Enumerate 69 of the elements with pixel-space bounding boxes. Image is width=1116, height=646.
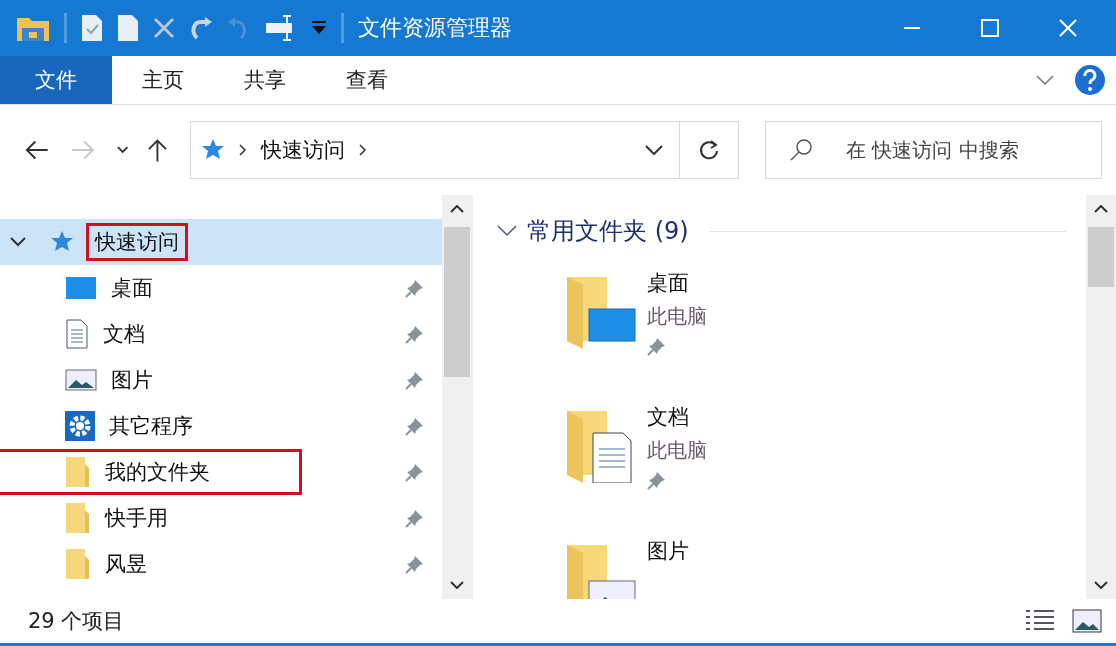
scrollbar-thumb[interactable] [444,227,470,377]
maximize-icon[interactable] [980,18,1000,38]
document-icon [65,319,89,349]
nav-item-label: 文档 [103,321,145,348]
folder-tile[interactable]: 桌面 此电脑 [497,269,1066,381]
search-field[interactable]: 在 快速访问 中搜索 [765,121,1102,179]
folder-name: 桌面 [647,270,690,297]
folder-location: 此电脑 [647,437,707,464]
scrollbar-thumb[interactable] [1088,227,1114,287]
nav-item[interactable]: 桌面 [0,265,302,311]
window-title: 文件资源管理器 [358,14,512,42]
nav-item[interactable]: 快手用 [0,495,302,541]
customize-dropdown-icon[interactable] [311,21,327,35]
scroll-down-icon[interactable] [1094,581,1108,589]
nav-item[interactable]: 风昱 [0,541,302,587]
close-icon[interactable] [1058,18,1078,38]
new-file-icon[interactable] [117,14,139,42]
ribbon-tab[interactable]: 查看 [316,56,418,104]
star-icon [50,230,74,254]
nav-item[interactable]: 其它程序 [0,403,302,449]
ribbon-tab[interactable]: 共享 [214,56,316,104]
nav-item-label: 风昱 [105,551,147,578]
chevron-icon[interactable] [497,225,517,237]
scrollbar[interactable] [442,195,472,599]
scroll-up-icon[interactable] [1094,205,1108,213]
delete-icon[interactable] [153,17,175,39]
folder-icon [65,502,91,534]
scroll-down-icon[interactable] [450,581,464,589]
redo-icon[interactable] [189,16,213,40]
nav-item[interactable]: 图片 [0,357,302,403]
nav-item-label: 快速访问 [86,223,188,261]
scroll-up-icon[interactable] [450,205,464,213]
ribbon-tab[interactable]: 主页 [112,56,214,104]
nav-item-label: 我的文件夹 [105,459,210,486]
nav-item-label: 其它程序 [109,413,193,440]
file-menu-tab[interactable]: 文件 [0,56,112,104]
item-count: 29 个项目 [28,608,125,635]
back-icon[interactable] [24,139,49,161]
chevron-icon[interactable] [10,237,26,247]
nav-item-label: 图片 [111,367,153,394]
properties-icon[interactable] [81,14,103,42]
refresh-button[interactable] [679,121,739,179]
help-icon[interactable] [1074,64,1106,96]
breadcrumb[interactable]: 快速访问 [260,136,345,164]
nav-item-label: 桌面 [111,275,153,302]
star-icon [200,138,225,162]
chevron-right-icon[interactable] [358,144,367,156]
scrollbar[interactable] [1086,195,1116,599]
refresh-icon [697,139,720,161]
group-heading: 常用文件夹 (9) [527,216,689,247]
folder-name: 图片 [647,538,689,565]
folder-icon [65,456,91,488]
nav-item[interactable]: 文档 [0,311,302,357]
chevron-down-icon[interactable] [644,145,663,155]
nav-item-label: 快手用 [105,505,168,532]
folder-location: 此电脑 [647,303,707,330]
folder-icon [65,548,91,580]
large-icons-view-icon[interactable] [1072,608,1102,634]
folder-tile[interactable]: 文档 此电脑 [497,403,1066,515]
chevron-right-icon[interactable] [238,144,247,156]
nav-item[interactable]: 快速访问 [0,219,442,265]
folder-name: 文档 [647,404,690,431]
desktop-icon [65,275,97,301]
folder-tile[interactable]: 图片 [497,537,1066,599]
address-bar[interactable]: 快速访问 [189,121,680,179]
picture-icon [65,368,97,392]
gear-icon [65,411,95,441]
up-arrow-icon[interactable] [146,137,168,163]
chevron-down-icon[interactable] [117,146,129,154]
